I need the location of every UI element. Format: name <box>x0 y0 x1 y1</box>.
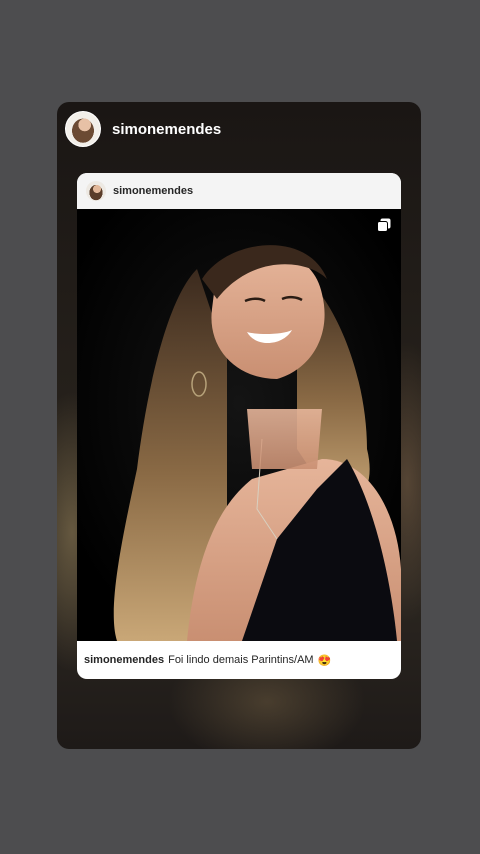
caption-emoji: 😍 <box>317 654 332 667</box>
shared-post[interactable]: simonemendes simonemendes Foi lindo dema… <box>77 173 401 679</box>
story-card[interactable]: simonemendes simonemendes simonemendes F… <box>57 102 421 749</box>
photo-illustration <box>77 209 401 641</box>
post-header: simonemendes <box>77 173 401 209</box>
post-username[interactable]: simonemendes <box>113 185 193 197</box>
carousel-icon <box>377 218 391 232</box>
post-photo[interactable] <box>77 209 401 641</box>
story-username[interactable]: simonemendes <box>112 121 221 138</box>
story-avatar[interactable] <box>65 111 101 147</box>
post-avatar[interactable] <box>86 181 106 201</box>
caption-username[interactable]: simonemendes <box>84 654 164 666</box>
story-header: simonemendes <box>65 110 221 148</box>
caption-text: Foi lindo demais Parintins/AM <box>168 654 314 666</box>
post-caption: simonemendes Foi lindo demais Parintins/… <box>77 641 401 679</box>
